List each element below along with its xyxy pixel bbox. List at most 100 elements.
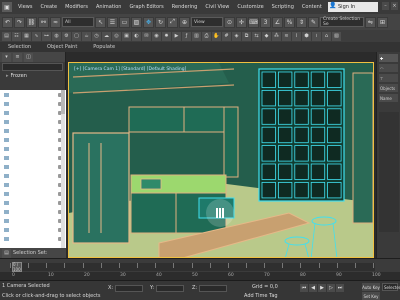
minimize-icon[interactable]: – [382, 2, 389, 10]
hierarchy-tab-icon[interactable]: ⊤ [379, 74, 398, 82]
layer-explorer-icon[interactable]: ☷ [12, 31, 21, 41]
place-icon[interactable]: ⊕ [179, 16, 190, 28]
menu-content[interactable]: Content [298, 4, 326, 10]
scene-scrollbar-thumb[interactable] [61, 90, 65, 114]
batch-render-icon[interactable]: ▥ [192, 31, 201, 41]
pivot-icon[interactable]: ⊙ [224, 16, 235, 28]
scene-row[interactable] [0, 117, 66, 126]
menu-scripting[interactable]: Scripting [268, 4, 298, 10]
track-bar-ruler[interactable]: 0 10 20 30 40 50 60 70 80 90 100 [0, 272, 400, 280]
scene-root-node[interactable]: Frozen [0, 72, 65, 80]
rotate-icon[interactable]: ↻ [155, 16, 166, 28]
go-to-end-icon[interactable]: ⏭ [336, 284, 344, 292]
time-slider-track[interactable] [10, 263, 375, 271]
command-panel-rollout[interactable] [379, 112, 399, 232]
unlink-icon[interactable]: ⚯ [38, 16, 49, 28]
filter-icon[interactable]: ▾ [2, 52, 11, 62]
fx-icon[interactable]: ƒ [182, 31, 191, 41]
scene-row[interactable] [0, 99, 66, 108]
next-frame-icon[interactable]: ▷ [327, 284, 335, 292]
environment-icon[interactable]: ◐ [132, 31, 141, 41]
app-logo[interactable]: ▣ [2, 2, 12, 12]
scene-search-input[interactable] [2, 63, 63, 71]
bind-icon[interactable]: ≈ [50, 16, 61, 28]
close-icon[interactable]: × [391, 2, 398, 10]
scene-states-icon[interactable]: ◈ [232, 31, 241, 41]
move-icon[interactable]: ✥ [143, 16, 154, 28]
container-icon[interactable]: ⧉ [242, 31, 251, 41]
scene-row[interactable] [0, 135, 66, 144]
ribbon-tab-selection[interactable]: Selection [0, 44, 39, 50]
menu-rendering[interactable]: Rendering [168, 4, 202, 10]
ribbon-tab-populate[interactable]: Populate [85, 44, 123, 50]
link-icon[interactable]: ⛓ [26, 16, 37, 28]
scene-row[interactable] [0, 180, 66, 189]
scene-row[interactable] [0, 171, 66, 180]
render-message-icon[interactable]: ✉ [142, 31, 151, 41]
camera-viewport[interactable]: [+] [Camera Cam 1] [Standard] [Default S… [68, 62, 374, 258]
time-slider-handle[interactable]: 0 / 100 [12, 262, 22, 272]
xref-icon[interactable]: ⇆ [252, 31, 261, 41]
create-tab-icon[interactable]: ✚ [379, 54, 398, 62]
redo-icon[interactable]: ↷ [14, 16, 25, 28]
toggle-ribbon-icon[interactable]: ▦ [22, 31, 31, 41]
curve-editor-icon[interactable]: ∿ [32, 31, 41, 41]
material-editor-icon[interactable]: ◍ [52, 31, 61, 41]
scene-row[interactable] [0, 189, 66, 198]
grid-icon[interactable]: # [222, 31, 231, 41]
snaps-icon[interactable]: 3 [260, 16, 271, 28]
print-size-icon[interactable]: ⎙ [202, 31, 211, 41]
undo-icon[interactable]: ↶ [2, 16, 13, 28]
mirror-icon[interactable]: ⇋ [365, 16, 376, 28]
mass-fx-icon[interactable]: ⬢ [302, 31, 311, 41]
y-field[interactable] [156, 284, 185, 292]
menu-civil-view[interactable]: Civil View [201, 4, 233, 10]
previous-frame-icon[interactable]: ◀ [309, 284, 317, 292]
scene-row[interactable] [0, 90, 66, 99]
particle-view-icon[interactable]: ⁂ [272, 31, 281, 41]
rect-selection-icon[interactable]: ▭ [119, 16, 130, 28]
manipulate-icon[interactable]: ✢ [236, 16, 247, 28]
toggle-scene-explorer-icon[interactable]: ▤ [2, 31, 11, 41]
add-time-tag-button[interactable]: Add Time Tag [244, 293, 278, 299]
asset-tracking-icon[interactable]: ◆ [262, 31, 271, 41]
cloth-icon[interactable]: ⌇ [292, 31, 301, 41]
x-field[interactable] [115, 284, 144, 292]
select-by-name-icon[interactable]: ☰ [107, 16, 118, 28]
keyboard-shortcut-icon[interactable]: ⌨ [248, 16, 259, 28]
menu-views[interactable]: Views [14, 4, 36, 10]
play-overlay[interactable] [206, 199, 234, 227]
go-to-start-icon[interactable]: ⏮ [300, 284, 308, 292]
angle-snap-icon[interactable]: ∠ [272, 16, 283, 28]
scene-row[interactable] [0, 126, 66, 135]
selection-filter-dropdown[interactable]: All [62, 17, 94, 27]
scene-row[interactable] [0, 153, 66, 162]
scene-scrollbar[interactable] [61, 90, 65, 250]
light-lister-icon[interactable]: ✹ [162, 31, 171, 41]
viewport-label[interactable]: [+] [Camera Cam 1] [Standard] [Default S… [74, 67, 186, 72]
hair-icon[interactable]: ≋ [282, 31, 291, 41]
sign-in-button[interactable]: Sign In [328, 2, 378, 12]
scene-row[interactable] [0, 234, 66, 243]
window-crossing-icon[interactable]: ▨ [131, 16, 142, 28]
pan-icon[interactable]: ✋ [212, 31, 221, 41]
scene-row[interactable] [0, 225, 66, 234]
scene-row[interactable] [0, 207, 66, 216]
align-icon[interactable]: ⊞ [377, 16, 388, 28]
display-icon[interactable]: ◫ [24, 52, 33, 62]
scene-row[interactable] [0, 198, 66, 207]
scene-row[interactable] [0, 162, 66, 171]
reference-coord-dropdown[interactable]: View [191, 17, 223, 27]
menu-graph-editors[interactable]: Graph Editors [125, 4, 167, 10]
scene-object-list[interactable] [0, 90, 66, 250]
auto-key-button[interactable]: Auto Key [362, 283, 380, 291]
scene-row[interactable] [0, 216, 66, 225]
set-key-button[interactable]: Set Key [362, 292, 380, 300]
scale-icon[interactable]: ⤢ [167, 16, 178, 28]
menu-modifiers[interactable]: Modifiers [61, 4, 92, 10]
render-iterative-icon[interactable]: ◷ [92, 31, 101, 41]
render-frame-icon[interactable]: ▢ [72, 31, 81, 41]
menu-customize[interactable]: Customize [233, 4, 267, 10]
modify-tab-icon[interactable]: ◠ [379, 64, 398, 72]
civil-view-icon[interactable]: ⌂ [322, 31, 331, 41]
